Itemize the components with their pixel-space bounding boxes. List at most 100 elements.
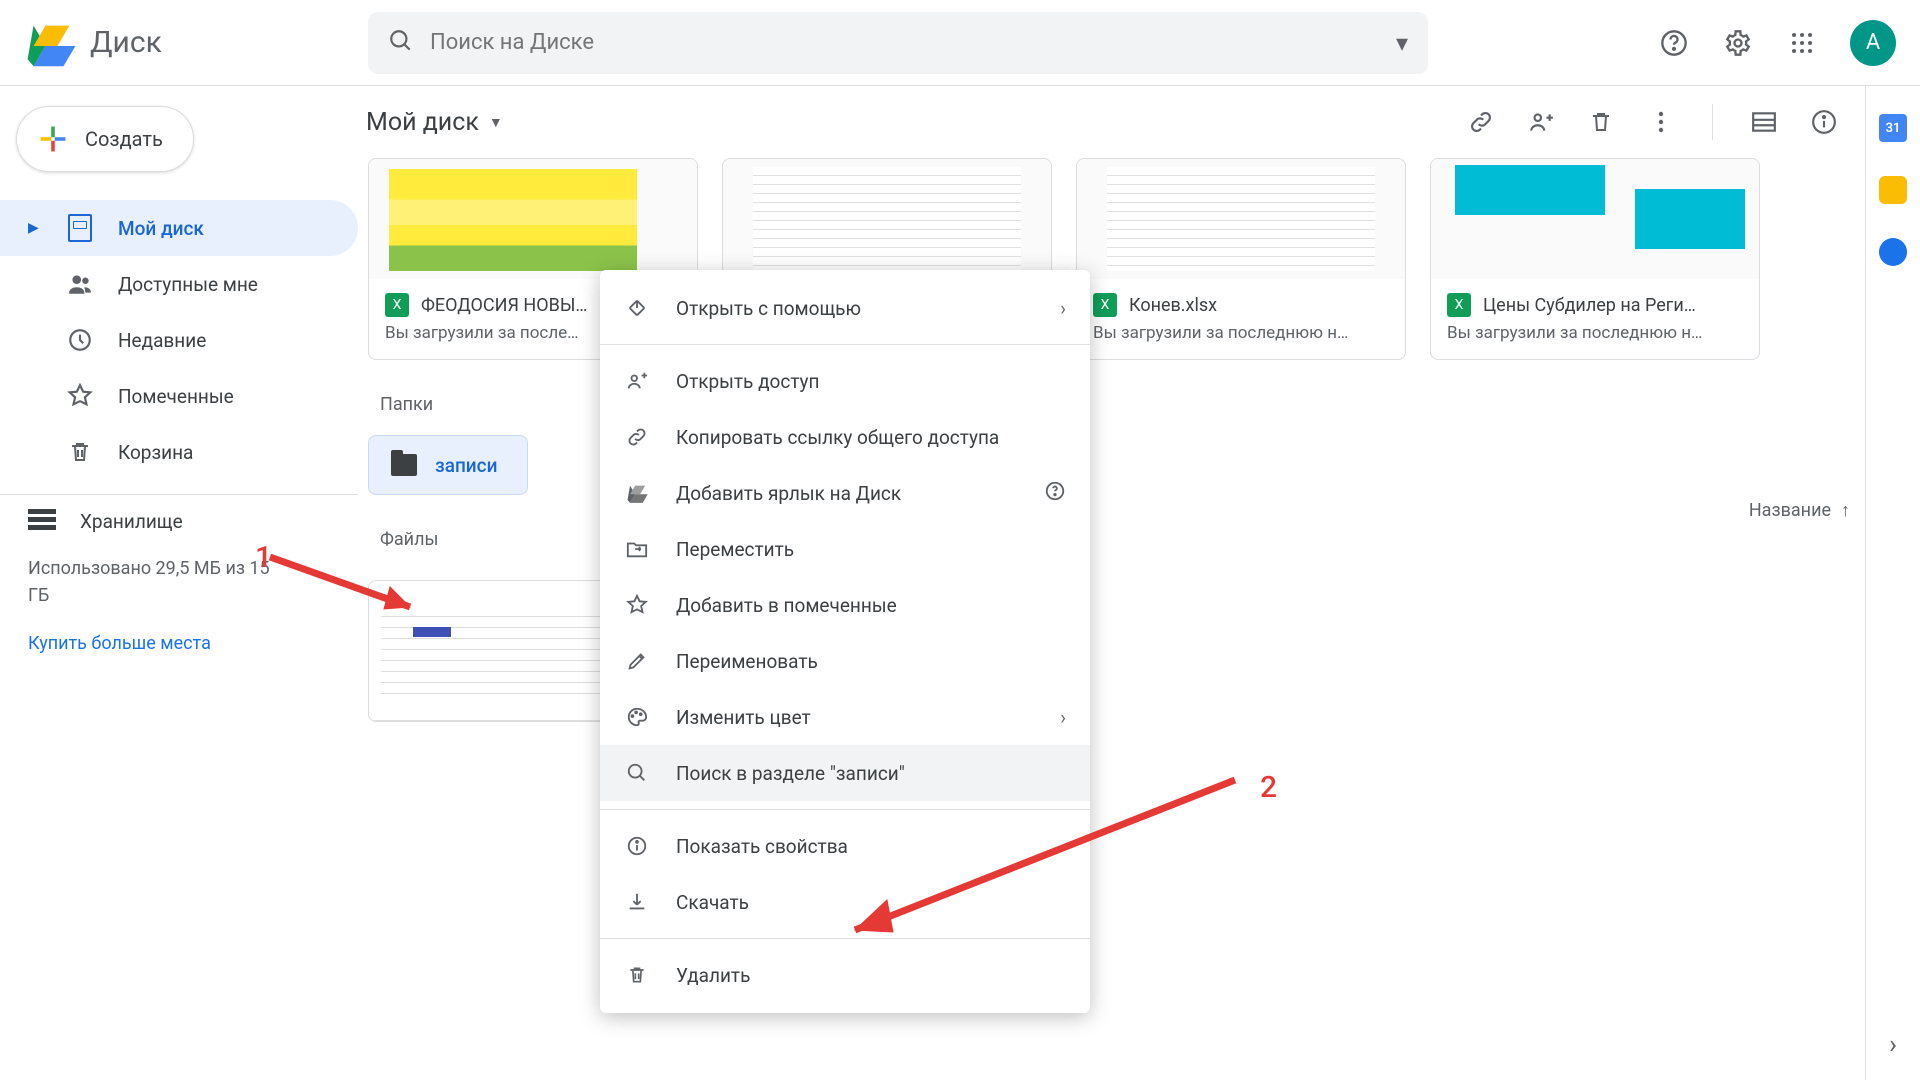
sidebar-item-recent[interactable]: Недавние	[0, 312, 358, 368]
sidebar-item-label: Помеченные	[118, 385, 234, 408]
folder-item[interactable]: записи	[368, 435, 528, 495]
sidebar-item-shared[interactable]: Доступные мне	[0, 256, 358, 312]
view-list-icon[interactable]	[1749, 107, 1779, 137]
share-icon	[624, 368, 650, 394]
quick-card[interactable]: X Цены Субдилер на Реги… Вы загрузили за …	[1430, 158, 1760, 360]
xlsx-icon: X	[1447, 293, 1471, 317]
ctx-label: Добавить в помеченные	[676, 594, 897, 617]
ctx-copy-link[interactable]: Копировать ссылку общего доступа	[600, 409, 1090, 465]
open-with-icon	[624, 295, 650, 321]
ctx-label: Изменить цвет	[676, 706, 811, 729]
sidebar-item-label: Корзина	[118, 441, 193, 464]
buy-storage-link[interactable]: Купить больше места	[28, 633, 211, 654]
ctx-delete[interactable]: Удалить	[600, 947, 1090, 1003]
file-title: Цены Субдилер на Реги…	[1483, 295, 1696, 316]
xlsx-icon: X	[385, 293, 409, 317]
sidebar-item-starred[interactable]: Помеченные	[0, 368, 358, 424]
ctx-label: Открыть доступ	[676, 370, 820, 393]
ctx-share[interactable]: Открыть доступ	[600, 353, 1090, 409]
search-input[interactable]	[430, 30, 1396, 55]
rename-icon	[624, 648, 650, 674]
sort-arrow-icon: ↑	[1841, 500, 1850, 521]
get-link-icon[interactable]	[1466, 107, 1496, 137]
sidebar-item-my-drive[interactable]: ▶ Мой диск	[0, 200, 358, 256]
sort-label: Название	[1749, 500, 1831, 521]
file-subtitle: Вы загрузили за последнюю н…	[1431, 323, 1759, 359]
link-icon	[624, 424, 650, 450]
file-thumbnail	[723, 159, 1051, 279]
breadcrumb-label: Мой диск	[366, 108, 479, 137]
drive-logo-icon	[24, 17, 76, 69]
ctx-open-with[interactable]: Открыть с помощью ›	[600, 280, 1090, 336]
file-thumbnail	[369, 159, 697, 279]
app-header: Диск ▾ A	[0, 0, 1920, 86]
search-options-icon[interactable]: ▾	[1396, 31, 1408, 55]
ctx-label: Скачать	[676, 891, 749, 914]
chevron-right-icon: ›	[1060, 297, 1066, 320]
create-label: Создать	[85, 127, 163, 151]
shared-icon	[66, 270, 94, 298]
quick-access-row: XФЕОДОСИЯ НОВЫ… Вы загрузили за после… X…	[368, 158, 1853, 360]
annotation-arrow-2	[815, 760, 1255, 950]
settings-icon[interactable]	[1722, 27, 1754, 59]
palette-icon	[624, 704, 650, 730]
keep-app-icon[interactable]	[1879, 176, 1907, 204]
delete-icon[interactable]	[1586, 107, 1616, 137]
trash-icon	[66, 438, 94, 466]
folder-icon	[391, 454, 417, 476]
search-icon	[624, 760, 650, 786]
ctx-move[interactable]: Переместить	[600, 521, 1090, 577]
ctx-label: Открыть с помощью	[676, 297, 861, 320]
quick-card[interactable]: X Конев.xlsx Вы загрузили за последнюю н…	[1076, 158, 1406, 360]
expand-icon[interactable]: ▶	[28, 220, 42, 236]
annotation-number-2: 2	[1260, 770, 1277, 805]
ctx-change-color[interactable]: Изменить цвет ›	[600, 689, 1090, 745]
help-icon[interactable]	[1044, 480, 1066, 507]
share-icon[interactable]	[1526, 107, 1556, 137]
more-icon[interactable]	[1646, 107, 1676, 137]
breadcrumb[interactable]: Мой диск ▼	[366, 108, 503, 137]
apps-grid-icon[interactable]	[1786, 27, 1818, 59]
storage-title: Хранилище	[80, 510, 183, 533]
search-bar[interactable]: ▾	[368, 12, 1428, 74]
details-icon[interactable]	[1809, 107, 1839, 137]
toolbar: Мой диск ▼	[358, 86, 1865, 158]
sidebar-nav: ▶ Мой диск Доступные мне Недавние Помече…	[0, 200, 358, 480]
sidebar-item-label: Недавние	[118, 329, 206, 352]
expand-panel-icon[interactable]: ›	[1889, 1030, 1897, 1060]
xlsx-icon: X	[1093, 293, 1117, 317]
create-button[interactable]: Создать	[16, 106, 194, 172]
ctx-separator	[600, 344, 1090, 345]
ctx-add-shortcut[interactable]: Добавить ярлык на Диск	[600, 465, 1090, 521]
sidebar-item-trash[interactable]: Корзина	[0, 424, 358, 480]
ctx-rename[interactable]: Переименовать	[600, 633, 1090, 689]
calendar-app-icon[interactable]: 31	[1879, 114, 1907, 142]
my-drive-icon	[66, 214, 94, 242]
file-thumbnail	[1431, 159, 1759, 279]
annotation-number-1: 1	[255, 540, 272, 575]
recent-icon	[66, 326, 94, 354]
account-avatar[interactable]: A	[1850, 20, 1896, 66]
toolbar-separator	[1712, 104, 1713, 140]
file-subtitle: Вы загрузили за последнюю н…	[1077, 323, 1405, 359]
logo-block: Диск	[24, 17, 368, 69]
file-title: Конев.xlsx	[1129, 295, 1217, 316]
chevron-right-icon: ›	[1060, 706, 1066, 729]
star-icon	[624, 592, 650, 618]
sidebar-item-label: Доступные мне	[118, 273, 258, 296]
info-icon	[624, 833, 650, 859]
folder-name: записи	[435, 454, 497, 477]
star-icon	[66, 382, 94, 410]
ctx-star[interactable]: Добавить в помеченные	[600, 577, 1090, 633]
product-name: Диск	[90, 25, 162, 60]
ctx-label: Копировать ссылку общего доступа	[676, 426, 999, 449]
download-icon	[624, 889, 650, 915]
tasks-app-icon[interactable]	[1879, 238, 1907, 266]
sidebar-item-label: Мой диск	[118, 217, 204, 240]
move-icon	[624, 536, 650, 562]
ctx-label: Переместить	[676, 538, 794, 561]
sort-control[interactable]: Название ↑	[1749, 500, 1850, 521]
chevron-down-icon: ▼	[489, 114, 503, 131]
ctx-label: Переименовать	[676, 650, 818, 673]
help-icon[interactable]	[1658, 27, 1690, 59]
